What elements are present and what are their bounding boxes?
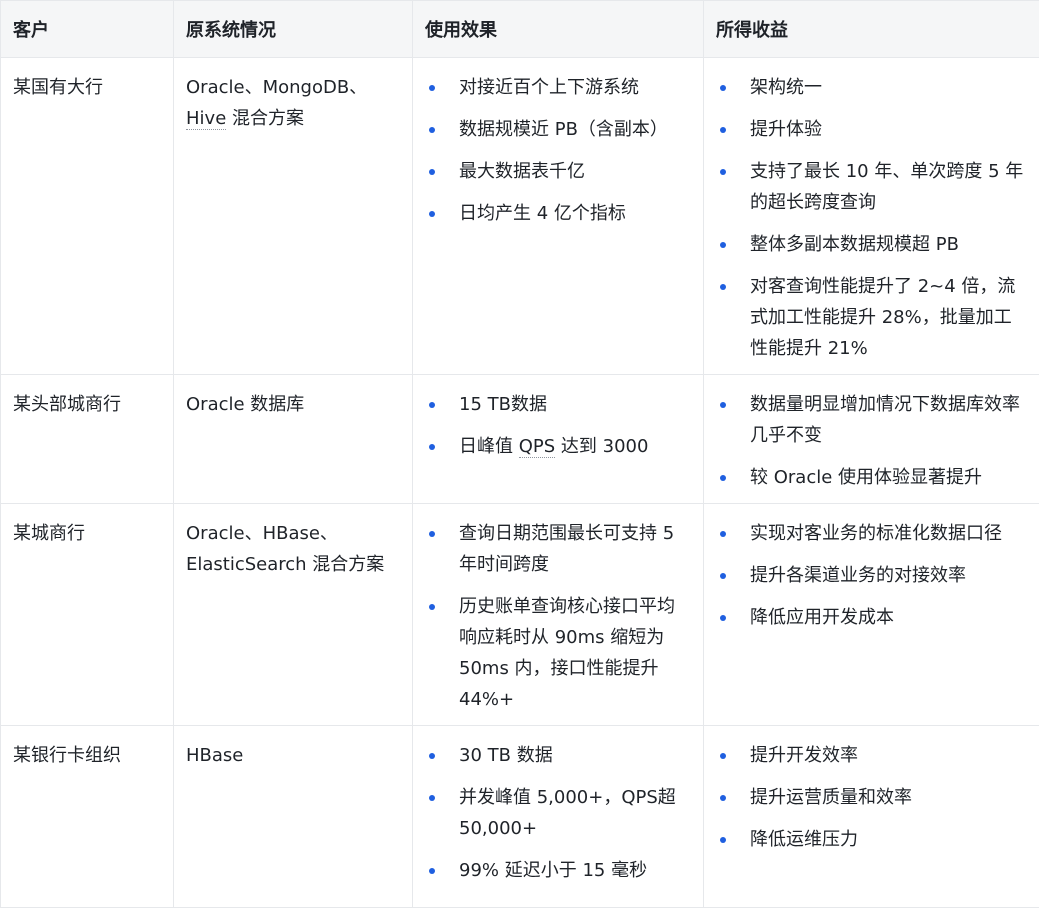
- list-item: 提升各渠道业务的对接效率: [716, 560, 1027, 591]
- list-item: 日峰值 QPS 达到 3000: [425, 431, 691, 462]
- table-row: 某头部城商行 Oracle 数据库 15 TB数据 日峰值 QPS 达到 300…: [1, 375, 1039, 504]
- benefit-cell: 提升开发效率 提升运营质量和效率 降低运维压力: [704, 726, 1039, 908]
- effect-text: 达到 3000: [555, 436, 648, 457]
- list-item: 提升开发效率: [716, 740, 1027, 771]
- effect-list: 查询日期范围最长可支持 5 年时间跨度 历史账单查询核心接口平均响应耗时从 90…: [425, 518, 691, 715]
- header-effect: 使用效果: [413, 1, 704, 58]
- list-item: 提升体验: [716, 114, 1027, 145]
- benefit-cell: 数据量明显增加情况下数据库效率几乎不变 较 Oracle 使用体验显著提升: [704, 375, 1039, 504]
- original-system-cell: Oracle 数据库: [174, 375, 413, 504]
- list-item: 对客查询性能提升了 2~4 倍，流式加工性能提升 28%，批量加工性能提升 21…: [716, 271, 1027, 364]
- list-item: 架构统一: [716, 72, 1027, 103]
- list-item: 最大数据表千亿: [425, 156, 691, 187]
- customer-cell: 某国有大行: [1, 58, 174, 375]
- header-original-system: 原系统情况: [174, 1, 413, 58]
- list-item: 数据规模近 PB（含副本）: [425, 114, 691, 145]
- list-item: 15 TB数据: [425, 389, 691, 420]
- table-row: 某城商行 Oracle、HBase、ElasticSearch 混合方案 查询日…: [1, 504, 1039, 726]
- effect-cell: 查询日期范围最长可支持 5 年时间跨度 历史账单查询核心接口平均响应耗时从 90…: [413, 504, 704, 726]
- list-item: 99% 延迟小于 15 毫秒: [425, 855, 691, 886]
- list-item: 并发峰值 5,000+，QPS超 50,000+: [425, 782, 691, 844]
- table-header-row: 客户 原系统情况 使用效果 所得收益: [1, 1, 1039, 58]
- benefit-list: 数据量明显增加情况下数据库效率几乎不变 较 Oracle 使用体验显著提升: [716, 389, 1027, 493]
- header-customer: 客户: [1, 1, 174, 58]
- list-item: 降低应用开发成本: [716, 602, 1027, 633]
- glossary-term-hive[interactable]: Hive: [186, 108, 226, 130]
- list-item: 较 Oracle 使用体验显著提升: [716, 462, 1027, 493]
- list-item: 日均产生 4 亿个指标: [425, 198, 691, 229]
- benefit-cell: 架构统一 提升体验 支持了最长 10 年、单次跨度 5 年的超长跨度查询 整体多…: [704, 58, 1039, 375]
- benefit-list: 提升开发效率 提升运营质量和效率 降低运维压力: [716, 740, 1027, 855]
- list-item: 提升运营质量和效率: [716, 782, 1027, 813]
- glossary-term-qps[interactable]: QPS: [519, 436, 555, 458]
- benefit-cell: 实现对客业务的标准化数据口径 提升各渠道业务的对接效率 降低应用开发成本: [704, 504, 1039, 726]
- list-item: 30 TB 数据: [425, 740, 691, 771]
- benefit-list: 实现对客业务的标准化数据口径 提升各渠道业务的对接效率 降低应用开发成本: [716, 518, 1027, 633]
- list-item: 对接近百个上下游系统: [425, 72, 691, 103]
- original-text: Oracle、MongoDB、: [186, 77, 367, 98]
- customer-cell: 某城商行: [1, 504, 174, 726]
- original-text: 混合方案: [226, 108, 304, 129]
- effect-list: 对接近百个上下游系统 数据规模近 PB（含副本） 最大数据表千亿 日均产生 4 …: [425, 72, 691, 229]
- table-row: 某银行卡组织 HBase 30 TB 数据 并发峰值 5,000+，QPS超 5…: [1, 726, 1039, 908]
- effect-text: 日峰值: [459, 436, 519, 457]
- list-item: 数据量明显增加情况下数据库效率几乎不变: [716, 389, 1027, 451]
- header-benefit: 所得收益: [704, 1, 1039, 58]
- benefit-list: 架构统一 提升体验 支持了最长 10 年、单次跨度 5 年的超长跨度查询 整体多…: [716, 72, 1027, 364]
- original-system-cell: HBase: [174, 726, 413, 908]
- effect-cell: 15 TB数据 日峰值 QPS 达到 3000: [413, 375, 704, 504]
- list-item: 查询日期范围最长可支持 5 年时间跨度: [425, 518, 691, 580]
- list-item: 历史账单查询核心接口平均响应耗时从 90ms 缩短为 50ms 内，接口性能提升…: [425, 591, 691, 715]
- customer-cell: 某头部城商行: [1, 375, 174, 504]
- customer-case-table: 客户 原系统情况 使用效果 所得收益 某国有大行 Oracle、MongoDB、…: [0, 0, 1039, 908]
- original-system-cell: Oracle、MongoDB、 Hive 混合方案: [174, 58, 413, 375]
- original-system-cell: Oracle、HBase、ElasticSearch 混合方案: [174, 504, 413, 726]
- list-item: 降低运维压力: [716, 824, 1027, 855]
- list-item: 实现对客业务的标准化数据口径: [716, 518, 1027, 549]
- list-item: 支持了最长 10 年、单次跨度 5 年的超长跨度查询: [716, 156, 1027, 218]
- effect-list: 30 TB 数据 并发峰值 5,000+，QPS超 50,000+ 99% 延迟…: [425, 740, 691, 886]
- list-item: 整体多副本数据规模超 PB: [716, 229, 1027, 260]
- effect-cell: 30 TB 数据 并发峰值 5,000+，QPS超 50,000+ 99% 延迟…: [413, 726, 704, 908]
- effect-list: 15 TB数据 日峰值 QPS 达到 3000: [425, 389, 691, 462]
- customer-cell: 某银行卡组织: [1, 726, 174, 908]
- effect-cell: 对接近百个上下游系统 数据规模近 PB（含副本） 最大数据表千亿 日均产生 4 …: [413, 58, 704, 375]
- table-row: 某国有大行 Oracle、MongoDB、 Hive 混合方案 对接近百个上下游系…: [1, 58, 1039, 375]
